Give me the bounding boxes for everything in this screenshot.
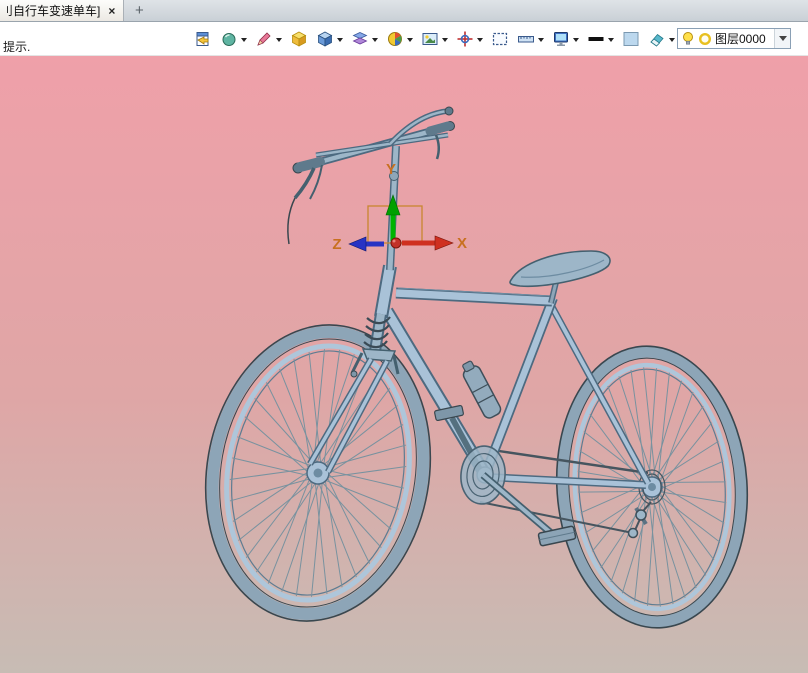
dropdown-caret-icon[interactable] bbox=[669, 37, 675, 42]
dropdown-caret-icon[interactable] bbox=[538, 37, 544, 42]
layer-select[interactable]: 图层0000 bbox=[677, 28, 791, 49]
bulb-icon bbox=[683, 32, 693, 45]
render-shaded-icon[interactable] bbox=[218, 26, 249, 52]
ruler-measure-icon[interactable] bbox=[515, 26, 546, 52]
brush-style-icon[interactable] bbox=[253, 26, 284, 52]
y-axis-label: Y bbox=[386, 161, 396, 178]
image-capture-icon[interactable] bbox=[419, 26, 450, 52]
tab-bar: 刂自行车变速单车] × + bbox=[0, 0, 808, 22]
color-swatch-icon[interactable] bbox=[620, 26, 642, 52]
dropdown-caret-icon[interactable] bbox=[477, 37, 483, 42]
dropdown-caret-icon[interactable] bbox=[608, 37, 614, 42]
main-toolbar: 提示. 图层0000 bbox=[0, 22, 808, 56]
select-frame-icon[interactable] bbox=[489, 26, 511, 52]
dropdown-caret-icon[interactable] bbox=[573, 37, 579, 42]
monitor-display-icon[interactable] bbox=[550, 26, 581, 52]
move-target-icon[interactable] bbox=[454, 26, 485, 52]
z-axis-label: Z bbox=[332, 236, 341, 253]
iso-cube-yellow-icon[interactable] bbox=[288, 26, 310, 52]
eraser-icon[interactable] bbox=[646, 26, 677, 52]
model-canvas[interactable]: Y X Z bbox=[0, 56, 808, 673]
app-window: 刂自行车变速单车] × + 提示. 图层0000 Y X Z bbox=[0, 0, 808, 673]
color-wheel-icon[interactable] bbox=[384, 26, 415, 52]
export-sheet-icon[interactable] bbox=[192, 26, 214, 52]
new-tab-button[interactable]: + bbox=[124, 0, 154, 21]
dropdown-caret-icon[interactable] bbox=[442, 37, 448, 42]
hint-text: 提示. bbox=[3, 40, 31, 54]
dropdown-caret-icon[interactable] bbox=[276, 37, 282, 42]
dropdown-caret-icon[interactable] bbox=[241, 37, 247, 42]
document-tab-title: 刂自行车变速单车] bbox=[1, 4, 101, 18]
document-tab[interactable]: 刂自行车变速单车] × bbox=[0, 0, 125, 21]
cube-blue-icon[interactable] bbox=[314, 26, 345, 52]
dropdown-caret-icon[interactable] bbox=[337, 37, 343, 42]
viewport-3d[interactable]: Y X Z bbox=[0, 56, 808, 673]
dropdown-caret-icon[interactable] bbox=[407, 37, 413, 42]
tab-close-icon[interactable]: × bbox=[107, 5, 116, 17]
x-axis-label: X bbox=[457, 235, 467, 252]
dropdown-caret-icon[interactable] bbox=[372, 37, 378, 42]
layers-icon[interactable] bbox=[349, 26, 380, 52]
layer-color-icon bbox=[698, 32, 712, 45]
layer-select-value: 图层0000 bbox=[715, 32, 766, 46]
line-width-icon[interactable] bbox=[585, 26, 616, 52]
combo-dropdown-icon[interactable] bbox=[774, 29, 790, 48]
